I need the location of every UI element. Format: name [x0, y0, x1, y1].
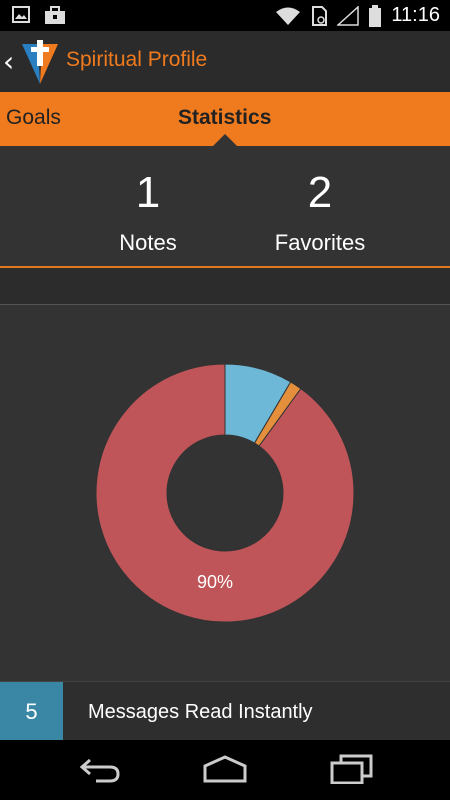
- status-bar: 11:16: [0, 0, 450, 31]
- back-icon[interactable]: [78, 754, 122, 784]
- stats-panel: 1 Notes 2 Favorites: [0, 146, 450, 268]
- recents-icon[interactable]: [329, 754, 375, 784]
- home-icon[interactable]: [201, 754, 249, 784]
- tab-goals[interactable]: Goals: [6, 106, 61, 130]
- section-divider: [0, 268, 450, 305]
- status-time: 11:16: [391, 4, 440, 26]
- sim-icon: [312, 5, 328, 26]
- pie-slice-label: 90%: [197, 572, 233, 592]
- favorites-count: 2: [307, 168, 333, 217]
- notes-label: Notes: [119, 230, 177, 255]
- tab-selected-indicator: [213, 134, 237, 146]
- notes-count: 1: [135, 168, 161, 217]
- action-bar: ‹ Spiritual Profile: [0, 31, 450, 92]
- chevron-left-icon[interactable]: ‹: [3, 45, 14, 78]
- chart-area: 90%: [0, 305, 450, 681]
- tab-statistics[interactable]: Statistics: [178, 106, 271, 130]
- list-item[interactable]: 5 Messages Read Instantly: [0, 681, 450, 741]
- app-title: Spiritual Profile: [66, 48, 208, 71]
- favorites-stat[interactable]: 2 Favorites: [220, 168, 420, 256]
- donut-chart: 90%: [95, 363, 355, 623]
- notes-stat[interactable]: 1 Notes: [48, 168, 248, 256]
- battery-icon: [369, 4, 382, 27]
- navigation-bar: [0, 740, 450, 800]
- list-item-label: Messages Read Instantly: [88, 701, 313, 723]
- cross-logo-icon[interactable]: [20, 40, 60, 84]
- wifi-icon: [276, 7, 301, 25]
- list-item-count: 5: [0, 682, 63, 741]
- signal-icon: [337, 5, 360, 26]
- briefcase-icon: [45, 6, 65, 24]
- favorites-label: Favorites: [274, 230, 366, 255]
- image-icon: [12, 6, 30, 23]
